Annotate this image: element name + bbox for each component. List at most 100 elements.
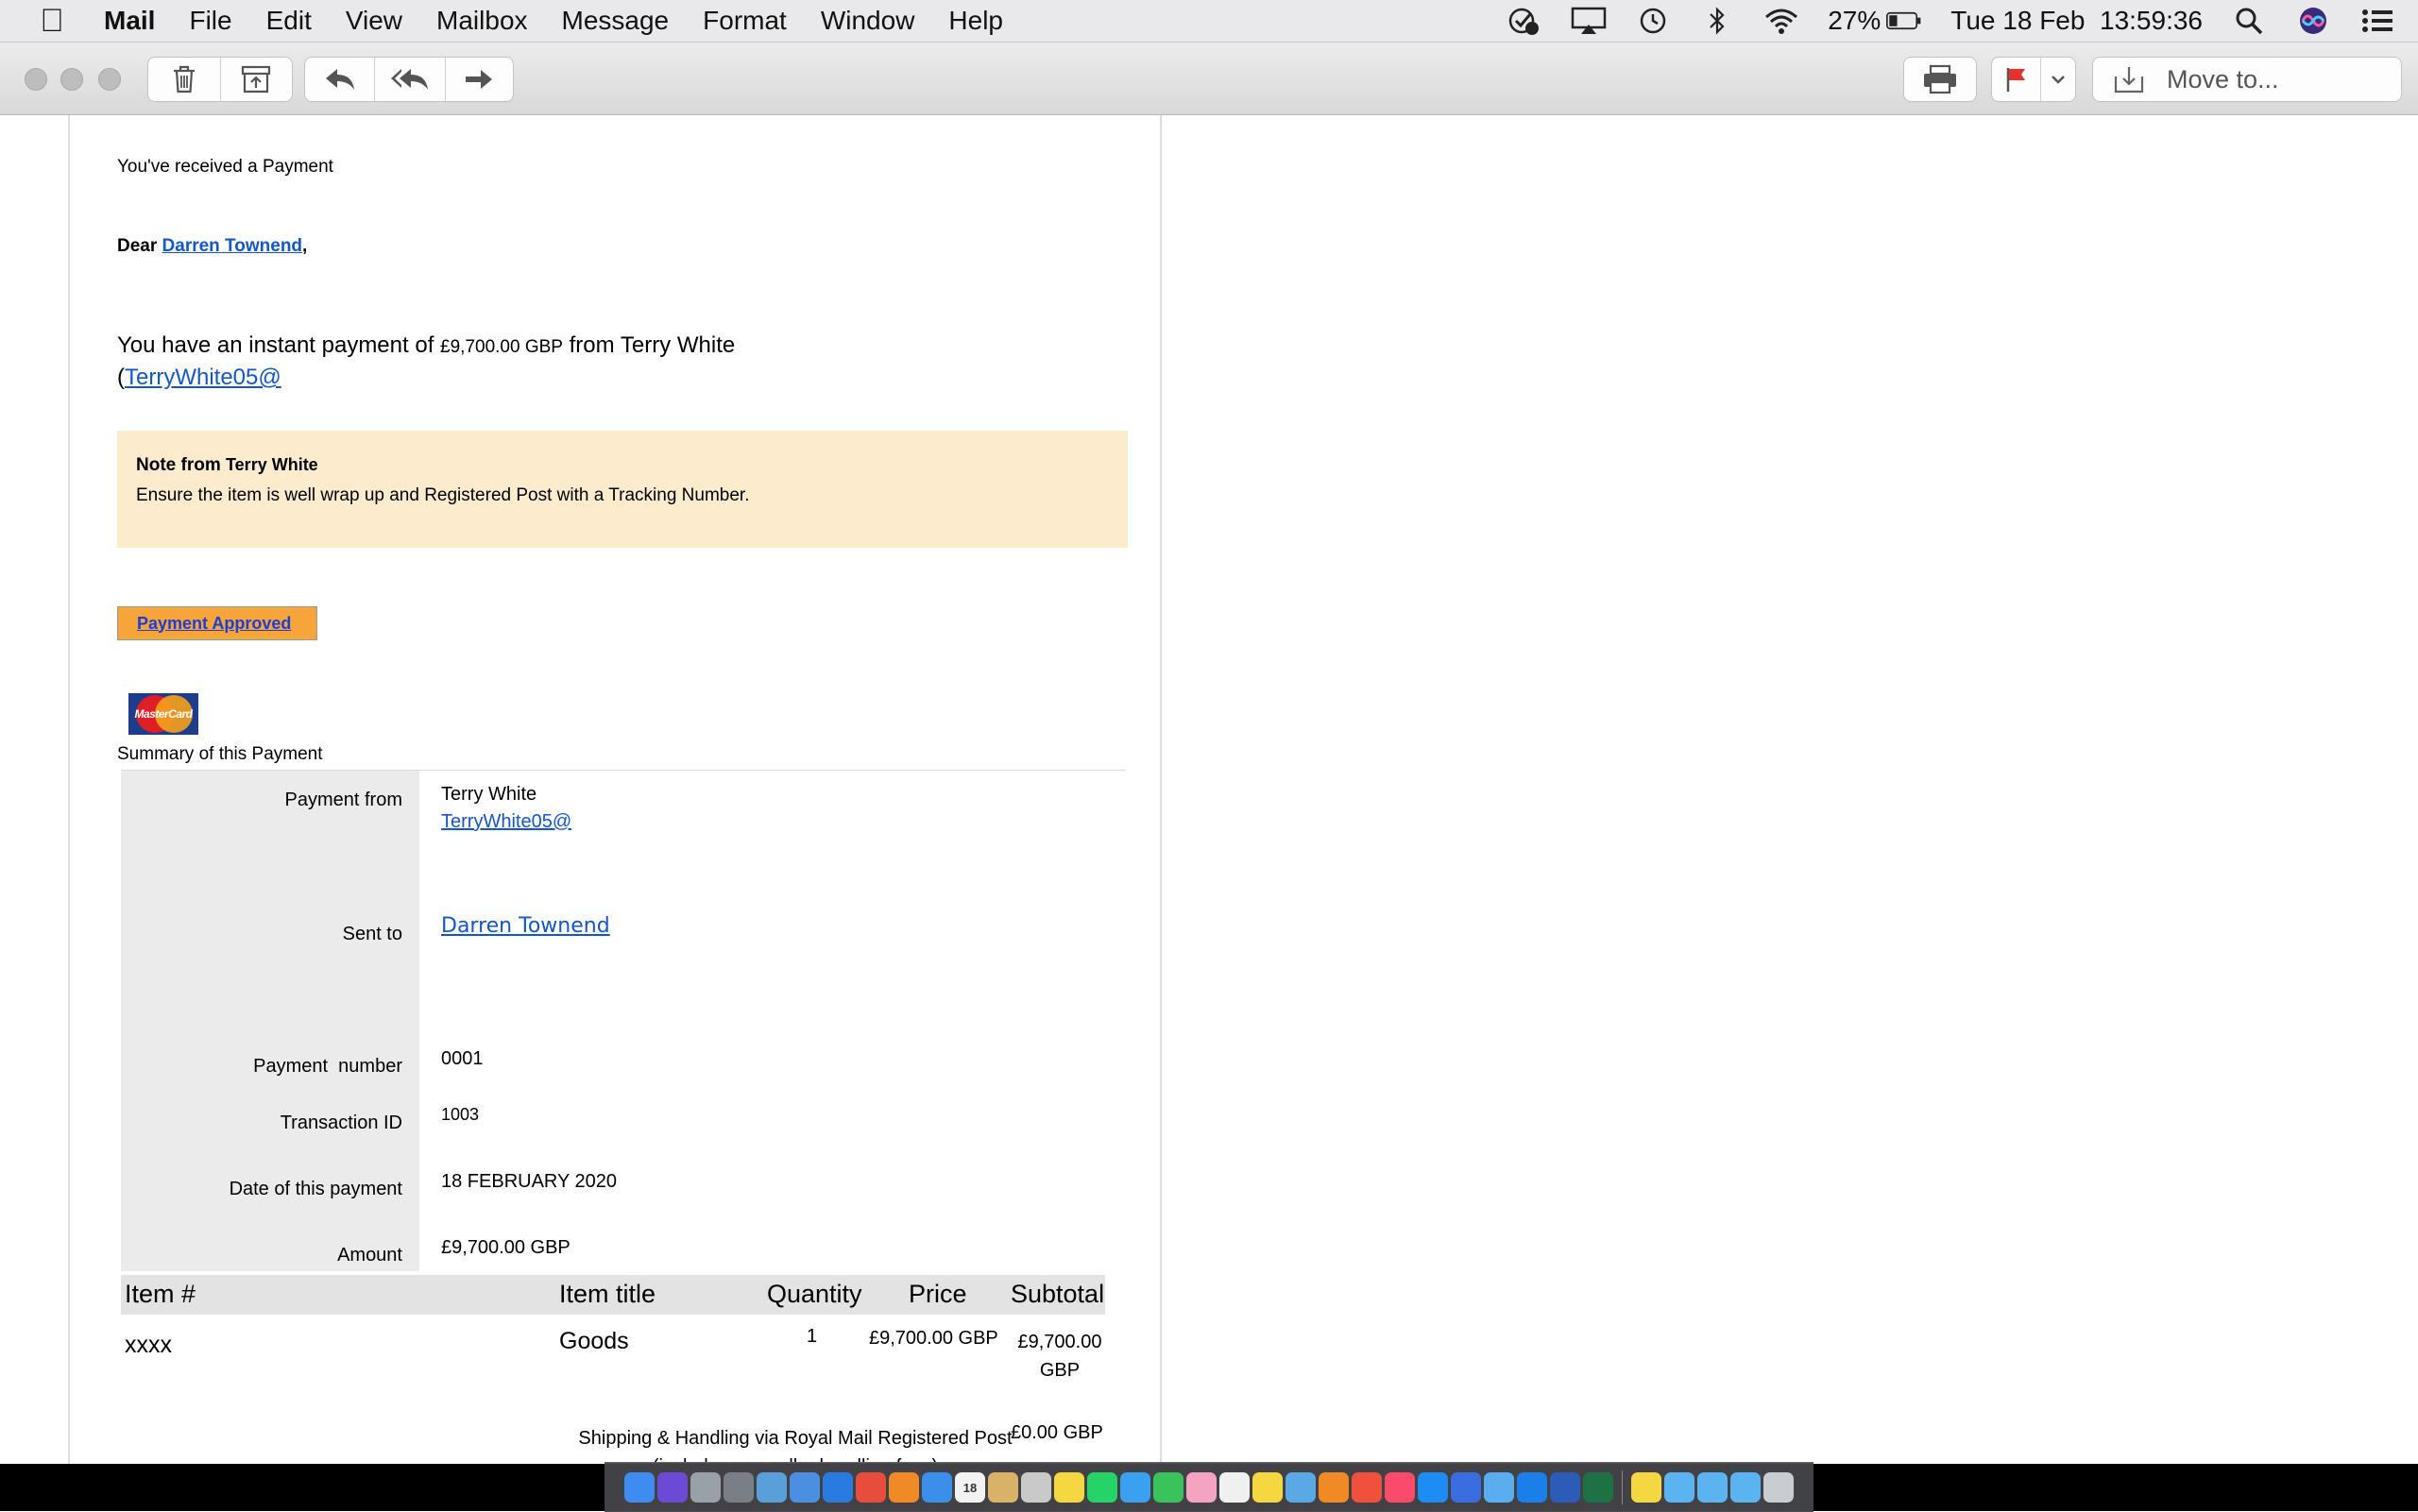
close-window-button[interactable] [25,68,47,91]
books-icon[interactable] [1319,1472,1349,1503]
system-preferences-icon[interactable] [724,1472,754,1503]
minimize-window-button[interactable] [60,68,83,91]
news-icon[interactable] [1352,1472,1382,1503]
xcode-icon[interactable] [922,1472,952,1503]
payment-number-label: Payment number [253,1056,402,1077]
col-item-title: Item title [559,1280,656,1308]
battery-percent: 27% [1828,6,1882,35]
mail-icon[interactable] [790,1472,820,1503]
col-quantity: Quantity [767,1280,862,1308]
notes-icon-2[interactable] [1021,1472,1051,1503]
notification-center-icon[interactable] [2359,6,2395,36]
folder-icon[interactable] [1286,1472,1316,1503]
messages-icon[interactable] [1120,1472,1150,1503]
payment-number-value: 0001 [441,1048,484,1069]
sent-to-link[interactable]: Darren Townend [441,914,610,938]
stickies-icon[interactable] [1054,1472,1084,1503]
move-to-tray-icon [2114,67,2144,93]
excel-icon[interactable] [1583,1472,1613,1503]
stickies-icon-2[interactable] [1252,1472,1283,1503]
bluetooth-icon[interactable] [1699,6,1735,36]
sender-email-link[interactable]: TerryWhite05@ [125,365,281,390]
move-to-button[interactable]: Move to... [2092,57,2402,102]
recipient-name-link[interactable]: Darren Townend [162,236,303,256]
firefox-icon[interactable] [889,1472,919,1503]
applications-folder-icon[interactable] [1730,1472,1761,1503]
row-quantity: 1 [807,1326,818,1347]
time-machine-icon[interactable] [1635,6,1671,36]
vpn-icon[interactable] [1484,1472,1514,1503]
flag-button[interactable] [1992,58,2042,101]
menu-format[interactable]: Format [686,6,804,36]
notes-icon[interactable] [988,1472,1018,1503]
downloads-folder-icon[interactable] [1664,1472,1694,1503]
email-body: You've received a Payment Dear Darren To… [68,115,1162,1464]
payment-approved-button[interactable]: Payment Approved [117,606,317,640]
payment-from-email-link[interactable]: TerryWhite05@ [441,811,571,833]
music-icon[interactable] [1385,1472,1415,1503]
row-subtotal-currency: GBP [1039,1360,1081,1381]
menu-app-name[interactable]: Mail [104,6,172,36]
message-viewer[interactable]: You've received a Payment Dear Darren To… [0,115,2418,1464]
menu-mailbox[interactable]: Mailbox [419,6,544,36]
delete-button[interactable] [148,58,221,101]
teamviewer-icon[interactable] [1517,1472,1547,1503]
menu-help[interactable]: Help [931,6,1020,36]
dock: 18 [604,1462,1814,1512]
payment-from-name: Terry White [441,784,537,805]
menu-window[interactable]: Window [804,6,932,36]
menu-message[interactable]: Message [545,6,687,36]
airplay-icon[interactable] [1571,6,1607,36]
safari-icon[interactable] [823,1472,853,1503]
photos-icon[interactable] [1186,1472,1217,1503]
sent-to-label: Sent to [342,924,402,944]
menubar-clock[interactable]: Tue 18 Feb 13:59:36 [1950,6,2203,36]
reply-icon [325,69,354,90]
summary-title: Summary of this Payment [117,744,323,764]
documents-folder-icon[interactable] [1697,1472,1728,1503]
mastercard-logo-text: MasterCard [134,707,193,721]
items-table-header: Item # Item title Quantity Price Subtota… [121,1275,1105,1315]
calendar-icon[interactable]: 18 [955,1472,985,1503]
col-subtotal: Subtotal [1011,1280,1105,1308]
launchpad-icon[interactable] [690,1472,721,1503]
notes-icon-3[interactable] [1631,1472,1661,1503]
siri-icon[interactable] [2295,6,2331,36]
print-button[interactable] [1903,57,1977,102]
facetime-icon[interactable] [1153,1472,1183,1503]
siri-icon[interactable] [657,1472,688,1503]
battery-icon[interactable] [1886,6,1922,36]
textedit-icon[interactable] [1219,1472,1250,1503]
trash-icon[interactable] [1763,1472,1794,1503]
app-store-icon[interactable] [1418,1472,1448,1503]
window-toolbar: Move to... [0,42,2418,115]
chevron-down-icon [2052,76,2066,84]
row-subtotal-amount: £9,700.00 [1017,1332,1102,1352]
reply-all-button[interactable] [375,58,446,101]
transaction-id-value: 1003 [441,1105,480,1124]
amount-label: Amount [337,1245,402,1266]
preview-icon[interactable] [757,1472,787,1503]
word-icon[interactable] [1550,1472,1580,1503]
reply-button[interactable] [305,58,376,101]
checkmark-badge-icon[interactable] [1507,6,1542,36]
dock-separator [1622,1470,1623,1504]
flag-menu-button[interactable] [2041,58,2075,101]
chrome-icon[interactable] [856,1472,886,1503]
whatsapp-icon[interactable] [1087,1472,1117,1503]
row-item-title: Goods [559,1328,629,1354]
payment-approved-link[interactable]: Payment Approved [137,614,291,634]
archive-button[interactable] [221,58,293,101]
finder-icon[interactable] [624,1472,655,1503]
menu-view[interactable]: View [329,6,419,36]
forward-button[interactable] [446,58,513,101]
spotlight-search-icon[interactable] [2231,6,2267,36]
menu-file[interactable]: File [172,6,248,36]
wifi-icon[interactable] [1763,6,1799,36]
menu-edit[interactable]: Edit [249,6,329,36]
security-icon[interactable] [1451,1472,1481,1503]
apple-menu-icon[interactable]:  [0,3,104,40]
row-subtotal: £9,700.00 GBP [1014,1328,1105,1385]
zoom-window-button[interactable] [98,68,121,91]
greeting: Dear Darren Townend, [117,236,307,257]
